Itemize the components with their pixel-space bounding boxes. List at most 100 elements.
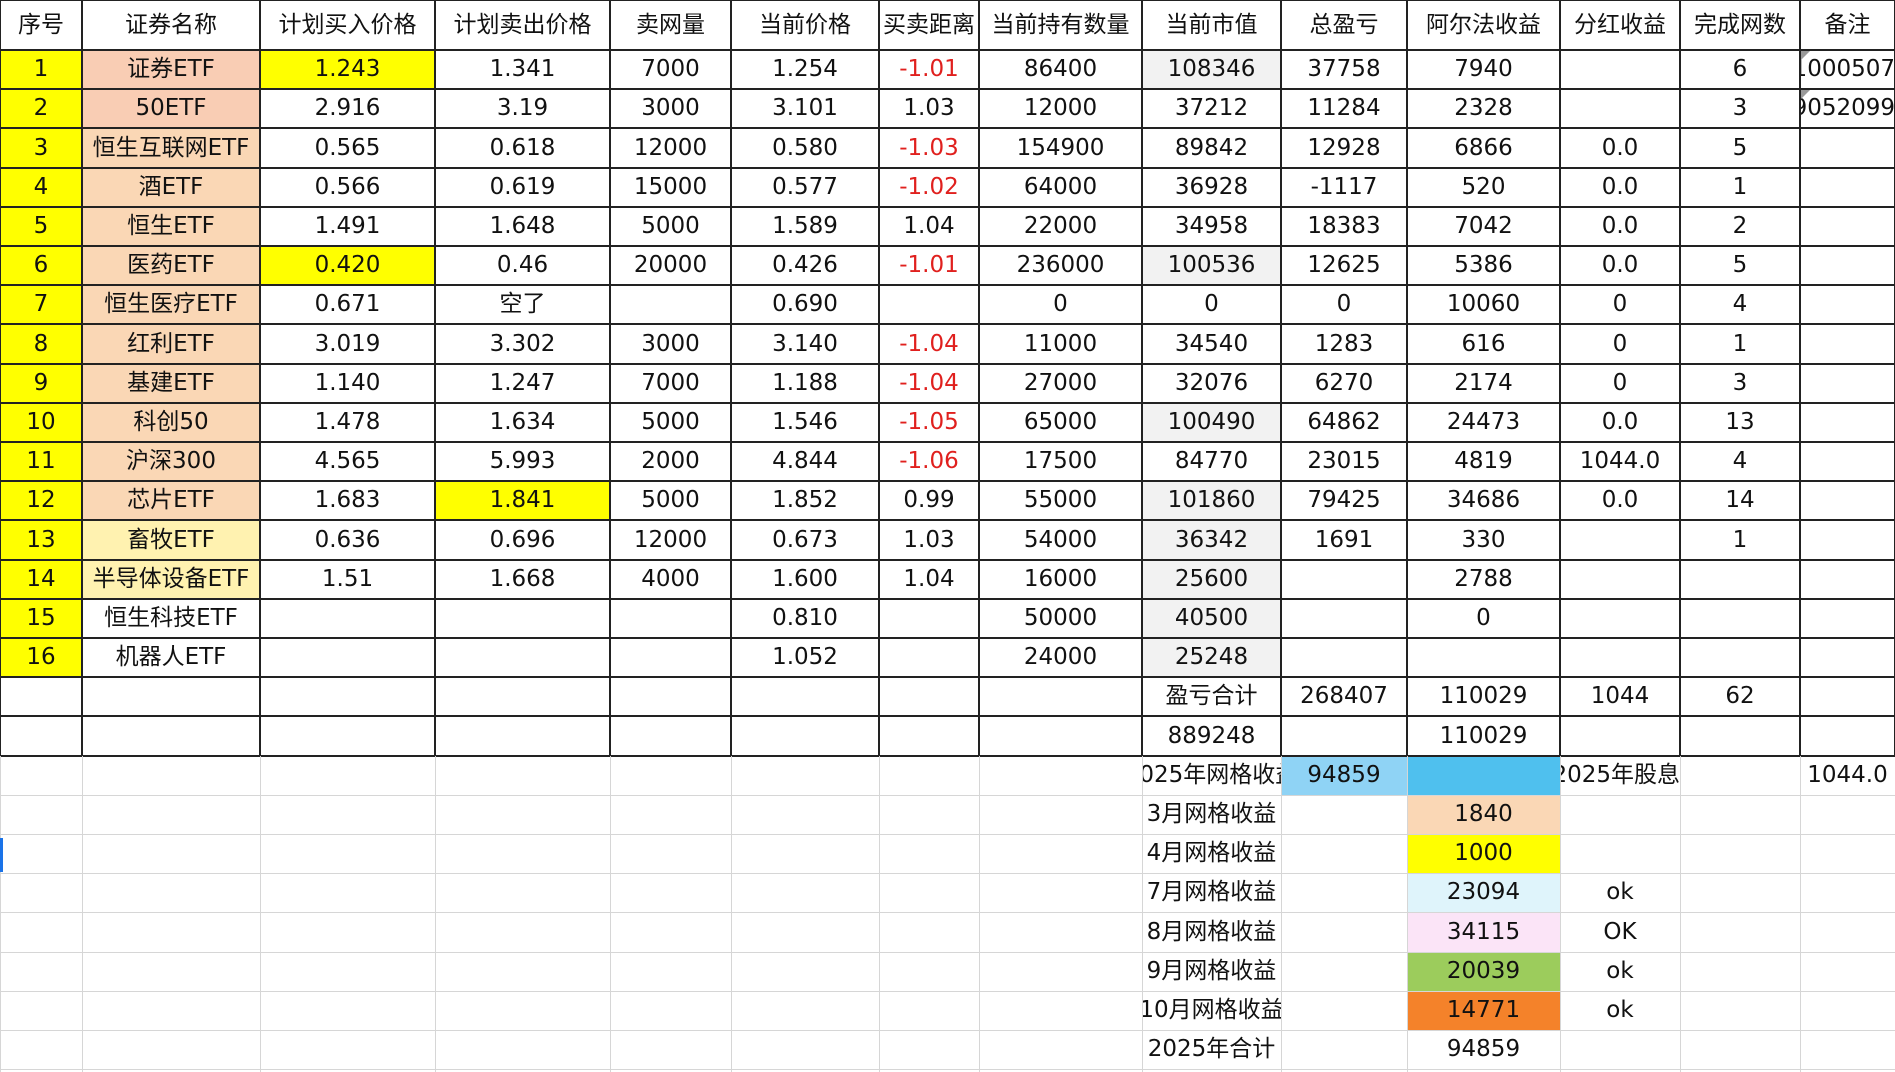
cell-r20-c0[interactable] bbox=[0, 795, 82, 834]
cell-r13-c10[interactable]: 330 bbox=[1407, 520, 1560, 560]
cell-r2-c3[interactable]: 3.19 bbox=[435, 89, 610, 128]
cell-r9-c4[interactable]: 7000 bbox=[610, 364, 731, 403]
cell-r1-c5[interactable]: 1.254 bbox=[731, 50, 879, 89]
cell-r1-c4[interactable]: 7000 bbox=[610, 50, 731, 89]
cell-r24-c12[interactable] bbox=[1680, 952, 1800, 991]
cell-r1-c6[interactable]: -1.01 bbox=[879, 50, 979, 89]
cell-r19-c4[interactable] bbox=[610, 756, 731, 795]
cell-r18-c10[interactable]: 110029 bbox=[1407, 716, 1560, 756]
cell-r25-c12[interactable] bbox=[1680, 991, 1800, 1030]
cell-r21-c12[interactable] bbox=[1680, 834, 1800, 873]
cell-r18-c1[interactable] bbox=[82, 716, 260, 756]
cell-r25-c8[interactable]: 10月网格收益 bbox=[1142, 991, 1281, 1030]
cell-r26-c10[interactable]: 94859 bbox=[1407, 1030, 1560, 1069]
cell-r8-c1[interactable]: 红利ETF bbox=[82, 324, 260, 364]
cell-r6-c6[interactable]: -1.01 bbox=[879, 246, 979, 285]
cell-r2-c6[interactable]: 1.03 bbox=[879, 89, 979, 128]
cell-r24-c4[interactable] bbox=[610, 952, 731, 991]
cell-r2-c7[interactable]: 12000 bbox=[979, 89, 1142, 128]
cell-r5-c10[interactable]: 7042 bbox=[1407, 207, 1560, 246]
cell-r6-c10[interactable]: 5386 bbox=[1407, 246, 1560, 285]
cell-r9-c3[interactable]: 1.247 bbox=[435, 364, 610, 403]
cell-r2-c13[interactable]: 309052099 bbox=[1800, 89, 1895, 128]
cell-r10-c5[interactable]: 1.546 bbox=[731, 403, 879, 442]
cell-r22-c4[interactable] bbox=[610, 873, 731, 912]
header-当前价格[interactable]: 当前价格 bbox=[731, 0, 879, 50]
cell-r15-c6[interactable] bbox=[879, 599, 979, 638]
cell-r18-c8[interactable]: 889248 bbox=[1142, 716, 1281, 756]
cell-r4-c6[interactable]: -1.02 bbox=[879, 168, 979, 207]
cell-r19-c6[interactable] bbox=[879, 756, 979, 795]
cell-r20-c12[interactable] bbox=[1680, 795, 1800, 834]
cell-r23-c10[interactable]: 34115 bbox=[1407, 912, 1560, 952]
cell-r8-c11[interactable]: 0 bbox=[1560, 324, 1680, 364]
cell-r8-c3[interactable]: 3.302 bbox=[435, 324, 610, 364]
cell-r9-c1[interactable]: 基建ETF bbox=[82, 364, 260, 403]
cell-r25-c4[interactable] bbox=[610, 991, 731, 1030]
cell-r12-c13[interactable] bbox=[1800, 481, 1895, 520]
cell-r22-c13[interactable] bbox=[1800, 873, 1895, 912]
cell-r21-c8[interactable]: 4月网格收益 bbox=[1142, 834, 1281, 873]
cell-r2-c4[interactable]: 3000 bbox=[610, 89, 731, 128]
cell-r8-c4[interactable]: 3000 bbox=[610, 324, 731, 364]
cell-r7-c2[interactable]: 0.671 bbox=[260, 285, 435, 324]
cell-r16-c13[interactable] bbox=[1800, 638, 1895, 677]
cell-r17-c3[interactable] bbox=[435, 677, 610, 716]
cell-r16-c0[interactable]: 16 bbox=[0, 638, 82, 677]
cell-r15-c1[interactable]: 恒生科技ETF bbox=[82, 599, 260, 638]
cell-r10-c8[interactable]: 100490 bbox=[1142, 403, 1281, 442]
cell-r8-c5[interactable]: 3.140 bbox=[731, 324, 879, 364]
cell-r23-c4[interactable] bbox=[610, 912, 731, 952]
cell-r19-c7[interactable] bbox=[979, 756, 1142, 795]
cell-r14-c4[interactable]: 4000 bbox=[610, 560, 731, 599]
cell-r21-c2[interactable] bbox=[260, 834, 435, 873]
header-阿尔法收益[interactable]: 阿尔法收益 bbox=[1407, 0, 1560, 50]
cell-r16-c1[interactable]: 机器人ETF bbox=[82, 638, 260, 677]
cell-r5-c4[interactable]: 5000 bbox=[610, 207, 731, 246]
cell-r13-c2[interactable]: 0.636 bbox=[260, 520, 435, 560]
cell-r11-c0[interactable]: 11 bbox=[0, 442, 82, 481]
cell-r13-c5[interactable]: 0.673 bbox=[731, 520, 879, 560]
cell-r17-c0[interactable] bbox=[0, 677, 82, 716]
cell-r1-c12[interactable]: 6 bbox=[1680, 50, 1800, 89]
cell-r15-c10[interactable]: 0 bbox=[1407, 599, 1560, 638]
cell-r14-c1[interactable]: 半导体设备ETF bbox=[82, 560, 260, 599]
cell-r20-c10[interactable]: 1840 bbox=[1407, 795, 1560, 834]
cell-r4-c12[interactable]: 1 bbox=[1680, 168, 1800, 207]
cell-r26-c8[interactable]: 2025年合计 bbox=[1142, 1030, 1281, 1069]
cell-r2-c1[interactable]: 50ETF bbox=[82, 89, 260, 128]
cell-r23-c5[interactable] bbox=[731, 912, 879, 952]
cell-r3-c12[interactable]: 5 bbox=[1680, 128, 1800, 168]
cell-r9-c0[interactable]: 9 bbox=[0, 364, 82, 403]
cell-r4-c7[interactable]: 64000 bbox=[979, 168, 1142, 207]
cell-r8-c6[interactable]: -1.04 bbox=[879, 324, 979, 364]
cell-r21-c13[interactable] bbox=[1800, 834, 1895, 873]
cell-r8-c9[interactable]: 1283 bbox=[1281, 324, 1407, 364]
cell-r10-c11[interactable]: 0.0 bbox=[1560, 403, 1680, 442]
cell-r5-c5[interactable]: 1.589 bbox=[731, 207, 879, 246]
cell-r10-c2[interactable]: 1.478 bbox=[260, 403, 435, 442]
cell-r6-c1[interactable]: 医药ETF bbox=[82, 246, 260, 285]
cell-r2-c0[interactable]: 2 bbox=[0, 89, 82, 128]
cell-r23-c0[interactable] bbox=[0, 912, 82, 952]
cell-r8-c0[interactable]: 8 bbox=[0, 324, 82, 364]
cell-r4-c11[interactable]: 0.0 bbox=[1560, 168, 1680, 207]
cell-r21-c9[interactable] bbox=[1281, 834, 1407, 873]
cell-r11-c13[interactable] bbox=[1800, 442, 1895, 481]
cell-r16-c3[interactable] bbox=[435, 638, 610, 677]
cell-r2-c11[interactable] bbox=[1560, 89, 1680, 128]
cell-r12-c1[interactable]: 芯片ETF bbox=[82, 481, 260, 520]
cell-r24-c9[interactable] bbox=[1281, 952, 1407, 991]
cell-r25-c2[interactable] bbox=[260, 991, 435, 1030]
cell-r14-c0[interactable]: 14 bbox=[0, 560, 82, 599]
cell-r26-c13[interactable] bbox=[1800, 1030, 1895, 1069]
cell-r21-c3[interactable] bbox=[435, 834, 610, 873]
cell-r21-c4[interactable] bbox=[610, 834, 731, 873]
cell-r5-c2[interactable]: 1.491 bbox=[260, 207, 435, 246]
cell-r18-c11[interactable] bbox=[1560, 716, 1680, 756]
cell-r3-c1[interactable]: 恒生互联网ETF bbox=[82, 128, 260, 168]
cell-r11-c10[interactable]: 4819 bbox=[1407, 442, 1560, 481]
cell-r14-c9[interactable] bbox=[1281, 560, 1407, 599]
cell-r1-c0[interactable]: 1 bbox=[0, 50, 82, 89]
cell-r11-c2[interactable]: 4.565 bbox=[260, 442, 435, 481]
